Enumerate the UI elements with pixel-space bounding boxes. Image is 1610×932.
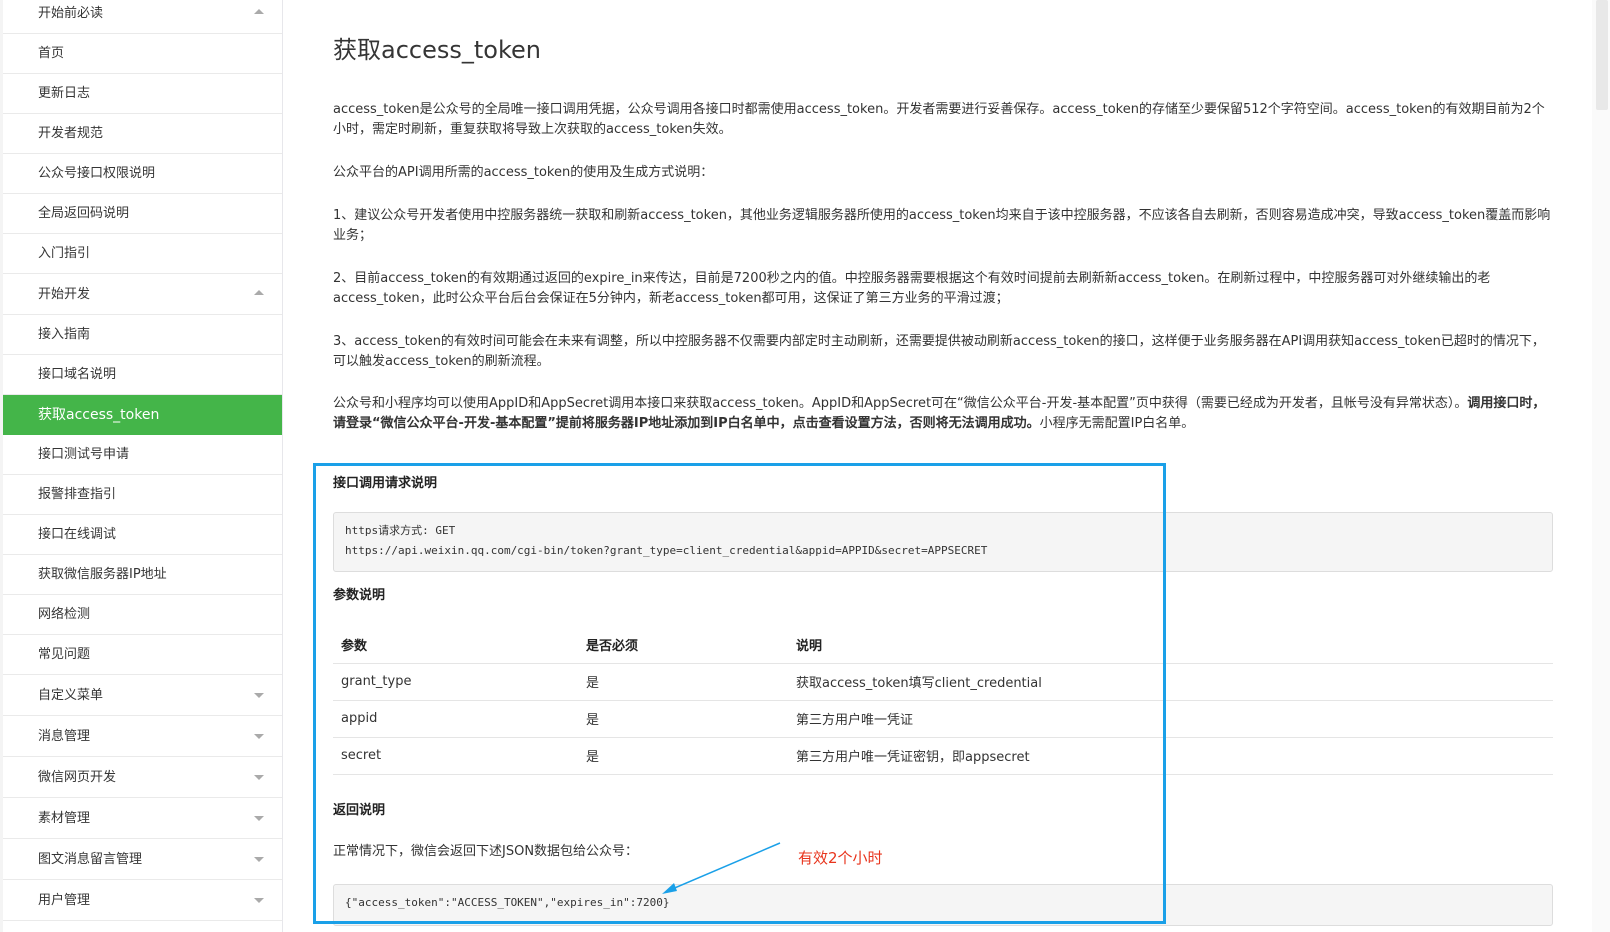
sidebar-item[interactable]: 首页 [3, 34, 282, 74]
sidebar-item[interactable]: 公众号接口权限说明 [3, 154, 282, 194]
sidebar-group[interactable]: 自定义菜单 [3, 675, 282, 716]
sidebar-item-label: 网络检测 [38, 607, 91, 622]
sidebar-item-label: 报警排查指引 [38, 487, 117, 502]
sidebar-item-label: 开始开发 [38, 287, 91, 302]
usage-point-3: 3、access_token的有效时间可能会在未来有调整，所以中控服务器不仅需要… [333, 334, 1545, 369]
usage-point-1: 1、建议公众号开发者使用中控服务器统一获取和刷新access_token，其他业… [333, 208, 1551, 243]
sidebar-nav: 开始前必读首页更新日志开发者规范公众号接口权限说明 全局返回码说明 入门指引开始开发… [0, 0, 283, 932]
sidebar-group[interactable]: 开始前必读 [3, 0, 282, 34]
caret-up-icon [254, 9, 264, 14]
page-scrollbar[interactable] [1592, 0, 1610, 932]
sidebar-item[interactable]: 全局返回码说明 [3, 194, 282, 234]
sidebar-item-label: 获取access_token [38, 407, 160, 423]
sidebar-group[interactable]: 素材管理 [3, 798, 282, 839]
sidebar-group[interactable]: 用户管理 [3, 880, 282, 921]
sidebar-item[interactable]: 入门指引 [3, 234, 282, 274]
sidebar-item[interactable]: 获取微信服务器IP地址 [3, 555, 282, 595]
sidebar-item-label: 开发者规范 [38, 126, 104, 141]
sidebar-item-label: 消息管理 [38, 729, 91, 744]
sidebar-item[interactable]: 网络检测 [3, 595, 282, 635]
sidebar-item[interactable]: 常见问题 [3, 635, 282, 675]
sidebar-item-label: 用户管理 [38, 893, 91, 908]
sidebar-group[interactable]: 图文消息留言管理 [3, 839, 282, 880]
caret-down-icon [254, 775, 264, 780]
sidebar-group[interactable]: 开始开发 [3, 274, 282, 315]
sidebar-group[interactable]: 消息管理 [3, 716, 282, 757]
annotation-arrow-icon [662, 842, 781, 894]
page-title: 获取access_token [333, 36, 541, 64]
caret-down-icon [254, 734, 264, 739]
sidebar-item-label: 自定义菜单 [38, 688, 104, 703]
sidebar-item[interactable]: 接入指南 [3, 315, 282, 355]
sidebar-item[interactable]: 报警排查指引 [3, 475, 282, 515]
usage-intro-paragraph: 公众平台的API调用所需的access_token的使用及生成方式说明： [333, 165, 714, 180]
sidebar-item-label: 常见问题 [38, 647, 91, 662]
sidebar-item-label: 全局返回码说明 [38, 206, 130, 221]
sidebar-item-label: 获取微信服务器IP地址 [38, 567, 167, 582]
sidebar-item-label: 接入指南 [38, 327, 91, 342]
sidebar-item[interactable]: 接口在线调试 [3, 515, 282, 555]
sidebar-item-label: 更新日志 [38, 86, 91, 101]
sidebar-item-label: 图文消息留言管理 [38, 852, 143, 867]
caret-up-icon [254, 290, 264, 295]
appid-paragraph: 公众号和小程序均可以使用AppID和AppSecret调用本接口来获取acces… [333, 394, 1553, 434]
sidebar-item[interactable]: 获取access_token [3, 395, 282, 435]
sidebar-item-label: 入门指引 [38, 246, 91, 261]
caret-down-icon [254, 857, 264, 862]
intro-paragraph: access_token是公众号的全局唯一接口调用凭据，公众号调用各接口时都需使… [333, 102, 1545, 137]
sidebar-item-label: 开始前必读 [38, 6, 104, 21]
sidebar-item-label: 公众号接口权限说明 [38, 166, 156, 181]
sidebar-item-label: 首页 [38, 46, 65, 61]
sidebar-item[interactable]: 开发者规范 [3, 114, 282, 154]
caret-down-icon [254, 816, 264, 821]
sidebar-item[interactable]: 接口域名说明 [3, 355, 282, 395]
sidebar-item[interactable]: 接口测试号申请 [3, 435, 282, 475]
miniprogram-note: 小程序无需配置IP白名单。 [1039, 416, 1195, 431]
appid-text: 公众号和小程序均可以使用AppID和AppSecret调用本接口来获取acces… [333, 396, 1468, 411]
sidebar-item-label: 接口测试号申请 [38, 447, 130, 462]
sidebar-item-label: 接口域名说明 [38, 367, 117, 382]
sidebar-item-label: 素材管理 [38, 811, 91, 826]
sidebar-item-label: 接口在线调试 [38, 527, 117, 542]
caret-down-icon [254, 898, 264, 903]
sidebar-group[interactable]: 微信网页开发 [3, 757, 282, 798]
caret-down-icon [254, 693, 264, 698]
sidebar-item[interactable]: 更新日志 [3, 74, 282, 114]
sidebar-item-label: 微信网页开发 [38, 770, 117, 785]
annotation-label: 有效2个小时 [798, 849, 883, 867]
usage-point-2: 2、目前access_token的有效期通过返回的expire_in来传达，目前… [333, 271, 1491, 306]
scrollbar-thumb[interactable] [1596, 0, 1608, 110]
